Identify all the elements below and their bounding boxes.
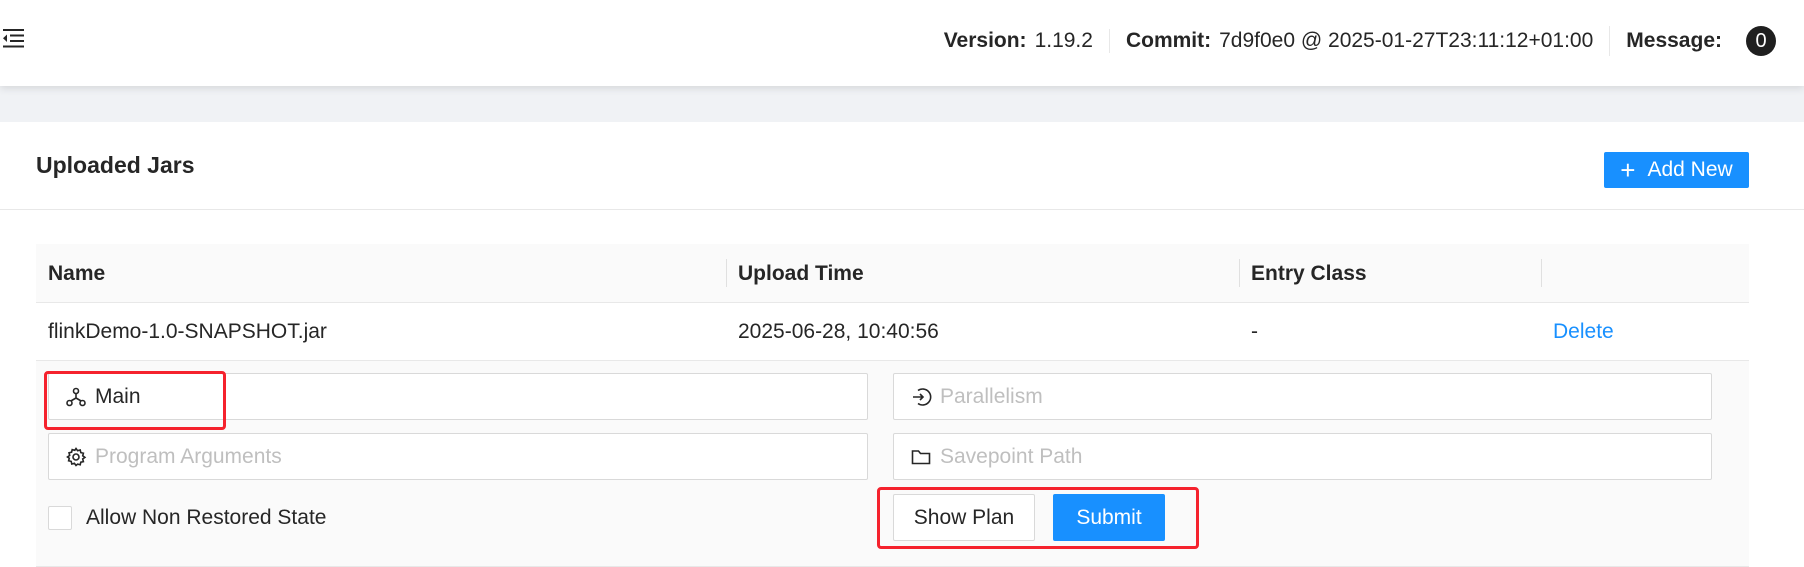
login-arrow-icon [910, 386, 932, 408]
entry-class-value: Main [95, 384, 141, 408]
column-header-entry-class: Entry Class [1239, 244, 1541, 302]
parallelism-placeholder: Parallelism [940, 384, 1043, 408]
message-count-badge[interactable]: 0 [1746, 26, 1776, 56]
version-value: 1.19.2 [1034, 29, 1093, 52]
jar-name-cell: flinkDemo-1.0-SNAPSHOT.jar [48, 320, 327, 343]
parallelism-input[interactable]: Parallelism [893, 373, 1712, 420]
cluster-icon [65, 386, 87, 408]
plus-icon: + [1620, 155, 1636, 185]
add-new-button[interactable]: + Add New [1604, 152, 1749, 188]
program-arguments-placeholder: Program Arguments [95, 444, 282, 468]
uploaded-jars-card: Uploaded Jars + Add New Name Upload Time… [0, 122, 1804, 567]
savepoint-path-placeholder: Savepoint Path [940, 444, 1083, 468]
commit-value: 7d9f0e0 @ 2025-01-27T23:11:12+01:00 [1219, 29, 1594, 52]
table-row[interactable]: flinkDemo-1.0-SNAPSHOT.jar 2025-06-28, 1… [36, 303, 1749, 361]
savepoint-path-input[interactable]: Savepoint Path [893, 433, 1712, 480]
submit-job-form: Main Parallelism Program Arguments Savep… [36, 361, 1749, 567]
card-header: Uploaded Jars + Add New [0, 122, 1804, 210]
top-header: Version: 1.19.2 Commit: 7d9f0e0 @ 2025-0… [0, 0, 1804, 86]
card-title: Uploaded Jars [36, 152, 195, 178]
commit-label: Commit: [1125, 29, 1212, 52]
gear-icon [65, 446, 87, 468]
submit-button[interactable]: Submit [1053, 494, 1165, 541]
add-new-label: Add New [1647, 158, 1733, 181]
folder-icon [910, 446, 932, 468]
allow-non-restored-state-label: Allow Non Restored State [86, 506, 327, 529]
column-header-name: Name [48, 262, 106, 285]
column-header-actions [1541, 244, 1749, 302]
delete-link[interactable]: Delete [1553, 320, 1614, 343]
version-info: Version: 1.19.2 [928, 29, 1109, 53]
upload-time-cell: 2025-06-28, 10:40:56 [738, 320, 939, 343]
show-plan-button[interactable]: Show Plan [893, 494, 1035, 541]
message-label: Message: [1626, 29, 1722, 52]
entry-class-cell: - [1251, 320, 1258, 343]
program-arguments-input[interactable]: Program Arguments [48, 433, 868, 480]
version-label: Version: [943, 29, 1027, 52]
entry-class-input[interactable]: Main [48, 373, 868, 420]
allow-non-restored-state-checkbox[interactable] [48, 506, 72, 530]
job-manager-info: Version: 1.19.2 Commit: 7d9f0e0 @ 2025-0… [928, 0, 1792, 82]
commit-info: Commit: 7d9f0e0 @ 2025-01-27T23:11:12+01… [1108, 29, 1609, 53]
jars-table: Name Upload Time Entry Class flinkDemo-1… [36, 244, 1749, 567]
column-header-upload-time: Upload Time [726, 244, 1239, 302]
allow-non-restored-state-option[interactable]: Allow Non Restored State [48, 506, 326, 530]
menu-fold-icon[interactable] [0, 25, 28, 53]
message-info[interactable]: Message: 0 [1609, 26, 1792, 56]
table-header: Name Upload Time Entry Class [36, 244, 1749, 303]
